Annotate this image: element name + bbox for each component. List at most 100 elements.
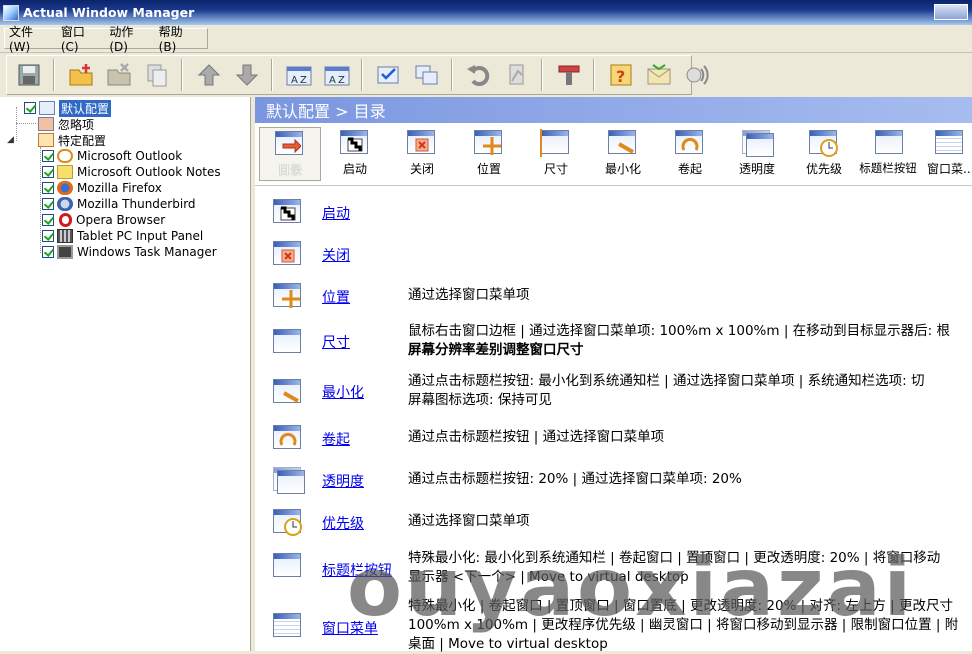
link-rollup[interactable]: 卷起 <box>322 429 350 449</box>
tree-item-label: Opera Browser <box>76 213 166 227</box>
paste-icon[interactable] <box>503 61 531 89</box>
window-menu-icon <box>273 613 305 641</box>
minimize-button[interactable] <box>934 4 968 20</box>
tree-item-app[interactable]: Microsoft Outlook <box>42 148 182 164</box>
arrow-up-icon[interactable] <box>195 61 223 89</box>
watermark: ouyaoxiazai <box>347 541 914 634</box>
sort-az-icon[interactable]: AZ <box>285 61 313 89</box>
svg-text:?: ? <box>616 67 625 86</box>
tab-close[interactable]: 关闭 <box>391 127 453 181</box>
toolbar: AZ AZ ? <box>0 53 972 97</box>
menu-action[interactable]: 动作(D) <box>109 23 150 54</box>
help-icon[interactable]: ? <box>607 61 635 89</box>
link-priority[interactable]: 优先级 <box>322 513 364 533</box>
checkbox[interactable] <box>24 102 36 114</box>
link-position[interactable]: 位置 <box>322 287 350 307</box>
arrow-down-icon[interactable] <box>233 61 261 89</box>
windows-icon[interactable] <box>413 61 441 89</box>
tab-position[interactable]: 位置 <box>458 127 520 181</box>
checkbox[interactable] <box>42 246 54 258</box>
svg-text:Z: Z <box>300 75 307 86</box>
checkbox[interactable] <box>42 166 54 178</box>
item-description: 通过选择窗口菜单项 <box>408 513 530 529</box>
menu-bar: 文件(W) 窗口(C) 动作(D) 帮助(B) <box>0 23 972 54</box>
tab-transparency[interactable]: 透明度 <box>726 127 788 181</box>
svg-text:A: A <box>329 75 336 86</box>
category-tabs: 目录 启动 关闭 位置 尺寸 最小化 卷起 透明度 优先级 标题栏按钮 窗口菜.… <box>255 123 972 186</box>
tab-rollup[interactable]: 卷起 <box>659 127 721 181</box>
opera-icon <box>59 213 72 227</box>
new-folder-icon[interactable] <box>67 61 95 89</box>
speaker-icon[interactable] <box>683 61 711 89</box>
keyboard-icon <box>57 229 73 243</box>
tree-item-label: Microsoft Outlook Notes <box>77 165 221 179</box>
tree-item-specific[interactable]: 特定配置 <box>38 132 106 148</box>
check-icon[interactable] <box>375 61 403 89</box>
window-config-icon <box>39 101 55 115</box>
rollup-icon <box>273 425 305 453</box>
tree-item-app[interactable]: Mozilla Firefox <box>42 180 162 196</box>
checkbox[interactable] <box>42 214 54 226</box>
title-bar: Actual Window Manager <box>0 0 972 25</box>
link-size[interactable]: 尺寸 <box>322 332 350 352</box>
item-description: 通过点击标题栏按钮: 20% | 通过选择窗口菜单项: 20% <box>408 471 742 487</box>
tree-item-label: 忽略项 <box>58 117 95 132</box>
svg-text:Z: Z <box>338 75 345 86</box>
tree-item-app[interactable]: Microsoft Outlook Notes <box>42 164 221 180</box>
panel-header: 默认配置 > 目录 <box>255 97 972 123</box>
tab-titlebar-buttons[interactable]: 标题栏按钮 <box>859 127 921 181</box>
tab-priority[interactable]: 优先级 <box>793 127 855 181</box>
copy-icon[interactable] <box>143 61 171 89</box>
tree-item-ignore[interactable]: 忽略项 <box>38 116 94 132</box>
svg-text:A: A <box>291 75 298 86</box>
undo-icon[interactable] <box>465 61 493 89</box>
tab-startup[interactable]: 启动 <box>324 127 386 181</box>
checkbox[interactable] <box>42 182 54 194</box>
item-description: 通过选择窗口菜单项 <box>408 287 530 303</box>
minimize-icon <box>273 379 305 407</box>
tree-item-label: 特定配置 <box>58 133 107 148</box>
item-description: 通过点击标题栏按钮 | 通过选择窗口菜单项 <box>408 429 665 445</box>
thunderbird-icon <box>57 197 73 211</box>
tab-window-menu[interactable]: 窗口菜... <box>927 127 972 181</box>
link-close[interactable]: 关闭 <box>322 245 350 265</box>
checkbox[interactable] <box>42 198 54 210</box>
tab-contents[interactable]: 目录 <box>259 127 321 181</box>
app-icon <box>3 4 19 21</box>
tree-item-label: Microsoft Outlook <box>77 149 183 163</box>
tree-item-app[interactable]: Mozilla Thunderbird <box>42 196 196 212</box>
startup-icon <box>273 199 305 227</box>
item-description: 鼠标右击窗口边框 | 通过选择窗口菜单项: 100%m x 100%m | 在移… <box>408 323 951 358</box>
item-description: 通过点击标题栏按钮: 最小化到系统通知栏 | 通过选择窗口菜单项 | 系统通知栏… <box>408 373 925 408</box>
tree-item-label: Windows Task Manager <box>77 245 217 259</box>
tree-item-app[interactable]: Opera Browser <box>42 212 165 228</box>
window-title: Actual Window Manager <box>23 5 195 20</box>
config-tree: ◢ 默认配置 忽略项 特定配置 Microsoft Outlook Micros… <box>0 97 251 651</box>
tree-item-label: Tablet PC Input Panel <box>77 229 204 243</box>
position-icon <box>273 283 305 311</box>
outlook-icon <box>57 149 73 163</box>
tree-item-label: Mozilla Firefox <box>77 181 162 195</box>
size-icon <box>273 329 305 357</box>
link-minimize[interactable]: 最小化 <box>322 382 364 402</box>
link-transparency[interactable]: 透明度 <box>322 471 364 491</box>
save-icon[interactable] <box>15 61 43 89</box>
collapse-toggle[interactable]: ◢ <box>7 135 14 145</box>
mail-icon[interactable] <box>645 61 673 89</box>
tree-item-app[interactable]: Tablet PC Input Panel <box>42 228 203 244</box>
tab-size[interactable]: 尺寸 <box>525 127 587 181</box>
tab-minimize[interactable]: 最小化 <box>592 127 654 181</box>
link-startup[interactable]: 启动 <box>322 203 350 223</box>
priority-icon <box>273 509 305 537</box>
tree-item-default[interactable]: 默认配置 <box>24 99 112 117</box>
menu-help[interactable]: 帮助(B) <box>159 23 199 54</box>
checkbox[interactable] <box>42 150 54 162</box>
close-icon <box>273 241 305 269</box>
menu-window[interactable]: 窗口(C) <box>61 23 101 54</box>
tree-item-app[interactable]: Windows Task Manager <box>42 244 217 260</box>
tools-icon[interactable] <box>555 61 583 89</box>
sort-za-icon[interactable]: AZ <box>323 61 351 89</box>
delete-icon[interactable] <box>105 61 133 89</box>
menu-file[interactable]: 文件(W) <box>9 23 53 54</box>
checkbox[interactable] <box>42 230 54 242</box>
